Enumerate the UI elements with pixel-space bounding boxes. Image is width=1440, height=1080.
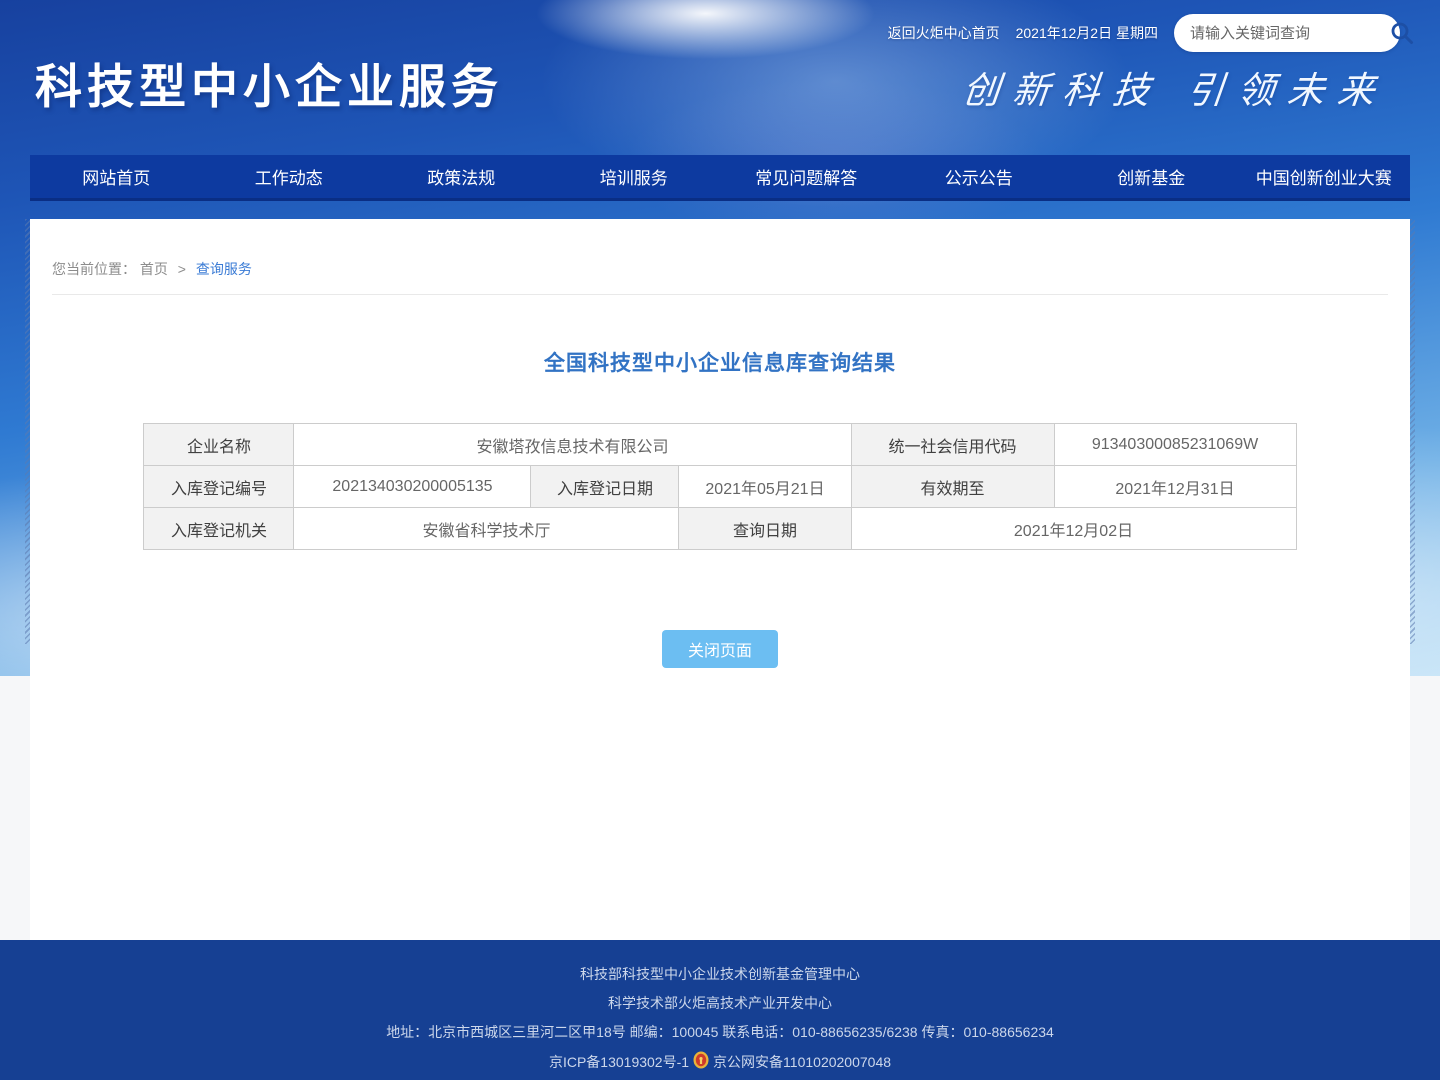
breadcrumb-current-link[interactable]: 查询服务 — [196, 261, 252, 277]
nav-item-faq[interactable]: 常见问题解答 — [720, 155, 893, 198]
close-page-button[interactable]: 关闭页面 — [662, 630, 778, 668]
nav-item-innovation-fund[interactable]: 创新基金 — [1065, 155, 1238, 198]
query-date-label: 查询日期 — [679, 508, 851, 550]
main-nav: 网站首页 工作动态 政策法规 培训服务 常见问题解答 公示公告 创新基金 中国创… — [30, 155, 1410, 201]
table-row: 入库登记编号 202134030200005135 入库登记日期 2021年05… — [144, 466, 1296, 508]
police-record-link[interactable]: 京公网安备11010202007048 — [713, 1052, 891, 1072]
footer-record-line: 京ICP备13019302号-1 京公网安备11010202007048 — [0, 1051, 1440, 1072]
valid-until-label: 有效期至 — [851, 466, 1054, 508]
footer-org-line1: 科技部科技型中小企业技术创新基金管理中心 — [0, 964, 1440, 984]
slogan-text: 创新科技 引领未来 — [960, 60, 1390, 114]
nav-item-training[interactable]: 培训服务 — [548, 155, 721, 198]
credit-code-value: 91340300085231069W — [1054, 424, 1296, 466]
nav-item-home[interactable]: 网站首页 — [30, 155, 203, 198]
company-name-label: 企业名称 — [144, 424, 294, 466]
site-logo: 科技型中小企业服务 — [35, 48, 503, 117]
content-panel: 您当前位置： 首页 > 查询服务 全国科技型中小企业信息库查询结果 企业名称 安… — [30, 219, 1410, 940]
footer-org-line2: 科学技术部火炬高技术产业开发中心 — [0, 993, 1440, 1013]
breadcrumb-home-link[interactable]: 首页 — [140, 261, 168, 277]
nav-item-work-news[interactable]: 工作动态 — [203, 155, 376, 198]
search-icon — [1389, 20, 1415, 46]
search-button[interactable] — [1389, 20, 1415, 46]
registration-no-label: 入库登记编号 — [144, 466, 294, 508]
search-box[interactable] — [1174, 14, 1400, 52]
table-row: 企业名称 安徽塔孜信息技术有限公司 统一社会信用代码 9134030008523… — [144, 424, 1296, 466]
valid-until-value: 2021年12月31日 — [1054, 466, 1296, 508]
registration-date-label: 入库登记日期 — [531, 466, 679, 508]
breadcrumb-separator: > — [178, 261, 186, 277]
breadcrumb-divider — [52, 294, 1388, 295]
police-badge-icon — [693, 1051, 709, 1072]
search-input[interactable] — [1190, 25, 1389, 42]
page-title: 全国科技型中小企业信息库查询结果 — [30, 347, 1410, 377]
registration-no-value: 202134030200005135 — [294, 466, 531, 508]
breadcrumb-prefix: 您当前位置： — [52, 261, 136, 277]
header-top-row: 返回火炬中心首页 2021年12月2日 星期四 — [888, 14, 1400, 52]
company-name-value: 安徽塔孜信息技术有限公司 — [294, 424, 851, 466]
query-result-table: 企业名称 安徽塔孜信息技术有限公司 统一社会信用代码 9134030008523… — [143, 423, 1296, 550]
header-date: 2021年12月2日 星期四 — [1016, 23, 1158, 43]
close-button-wrap: 关闭页面 — [30, 630, 1410, 668]
nav-item-announcements[interactable]: 公示公告 — [893, 155, 1066, 198]
registration-org-label: 入库登记机关 — [144, 508, 294, 550]
footer-contact-line: 地址：北京市西城区三里河二区甲18号 邮编：100045 联系电话：010-88… — [0, 1022, 1440, 1042]
nav-item-policies[interactable]: 政策法规 — [375, 155, 548, 198]
registration-org-value: 安徽省科学技术厅 — [294, 508, 679, 550]
query-date-value: 2021年12月02日 — [851, 508, 1296, 550]
nav-item-competition[interactable]: 中国创新创业大赛 — [1238, 155, 1411, 198]
breadcrumb: 您当前位置： 首页 > 查询服务 — [30, 219, 1410, 294]
icp-record-link[interactable]: 京ICP备13019302号-1 — [549, 1052, 689, 1072]
table-row: 入库登记机关 安徽省科学技术厅 查询日期 2021年12月02日 — [144, 508, 1296, 550]
credit-code-label: 统一社会信用代码 — [851, 424, 1054, 466]
torch-home-link[interactable]: 返回火炬中心首页 — [888, 23, 1000, 43]
site-footer: 科技部科技型中小企业技术创新基金管理中心 科学技术部火炬高技术产业开发中心 地址… — [0, 940, 1440, 1080]
registration-date-value: 2021年05月21日 — [679, 466, 851, 508]
